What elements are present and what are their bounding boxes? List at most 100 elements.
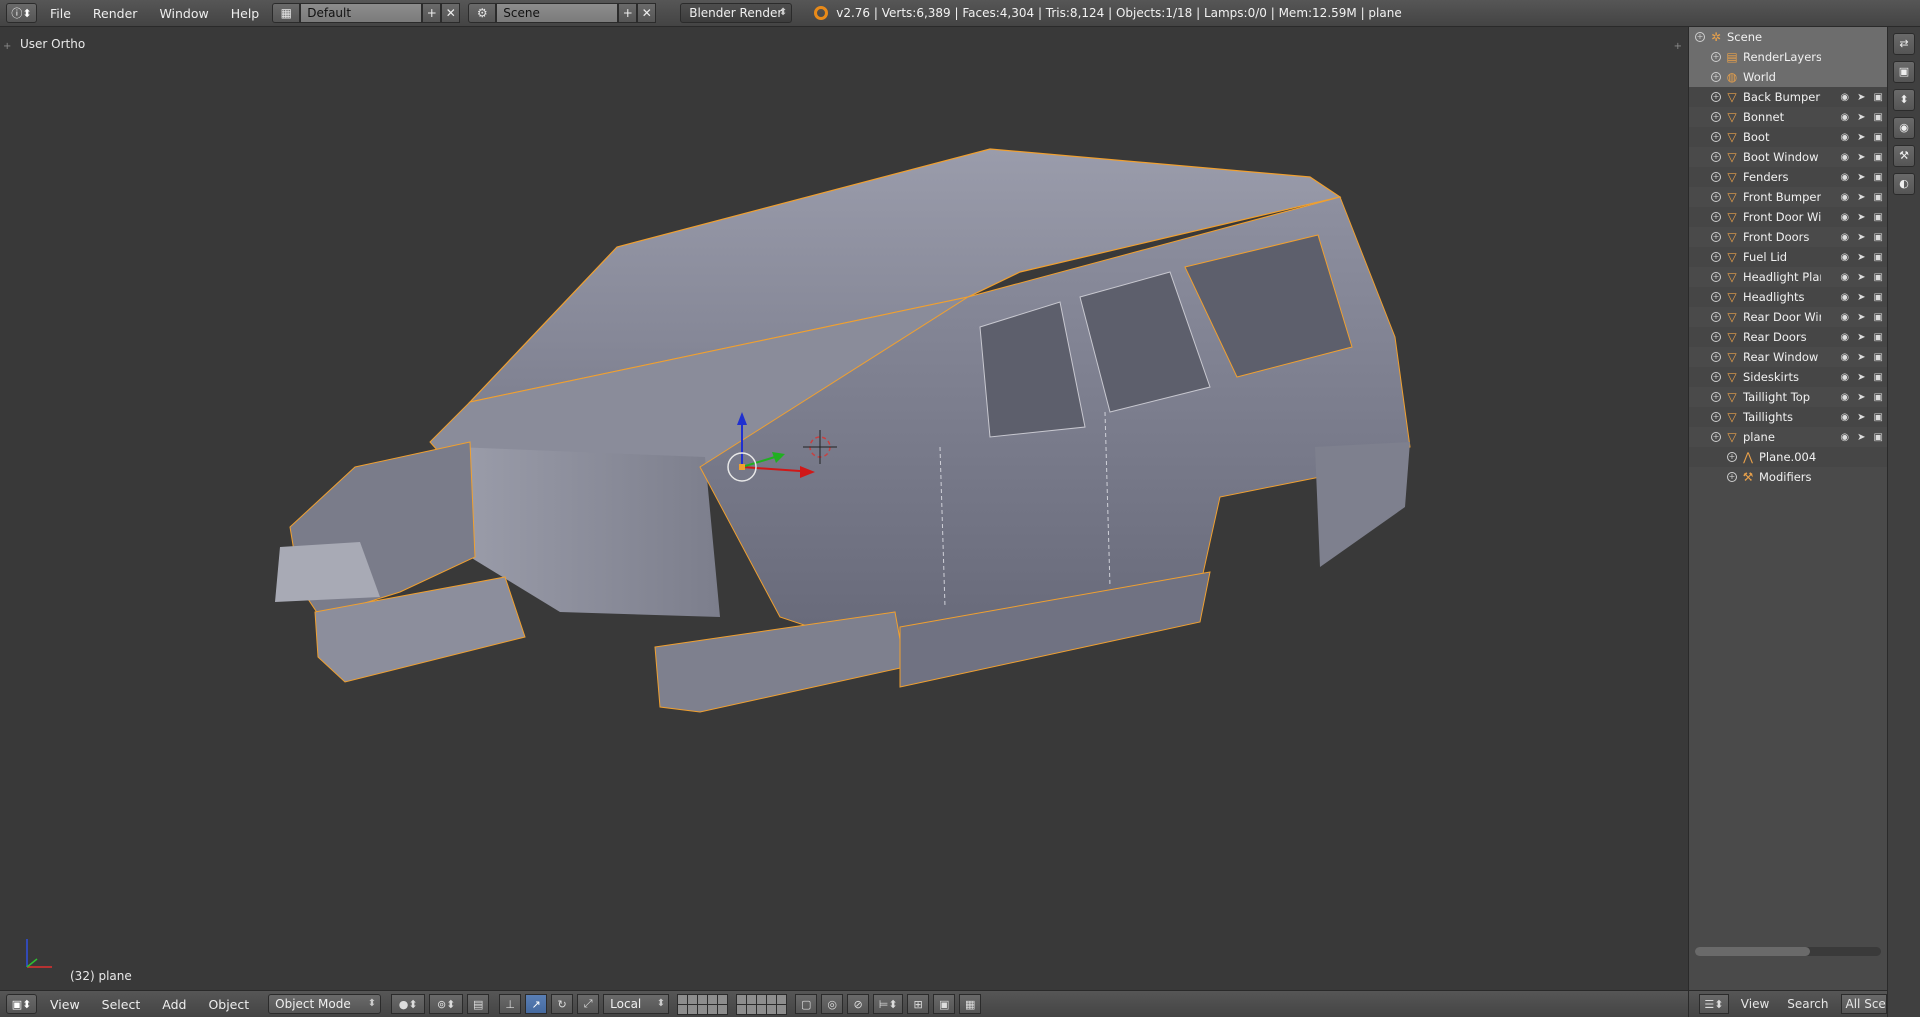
opengl-animation-button[interactable]: ▦	[959, 994, 982, 1014]
expand-toggle-icon[interactable]: +	[1711, 92, 1721, 102]
editor-type-button[interactable]: ☰⬍	[1699, 994, 1729, 1014]
modifier-properties-button[interactable]: ⚒	[1893, 145, 1915, 167]
3d-viewport[interactable]: + + User Ortho (32) plane	[0, 27, 1688, 990]
camera-icon[interactable]: ▣	[1874, 112, 1883, 123]
expand-toggle-icon[interactable]: +	[1711, 352, 1721, 362]
cursor-icon[interactable]: ➤	[1857, 192, 1865, 203]
outliner-row[interactable]: + ▽ Fuel Lid ◉ ➤ ▣	[1689, 247, 1887, 267]
outliner-menu-view[interactable]: View	[1735, 997, 1775, 1011]
outliner-row[interactable]: + ▽ Back Bumper ◉ ➤ ▣	[1689, 87, 1887, 107]
outliner-row[interactable]: + ▤ RenderLayers	[1689, 47, 1887, 67]
eye-icon[interactable]: ◉	[1840, 172, 1849, 183]
cursor-icon[interactable]: ➤	[1857, 132, 1865, 143]
right-front-bumper-mesh[interactable]	[654, 611, 906, 713]
cursor-icon[interactable]: ➤	[1857, 412, 1865, 423]
outliner-row[interactable]: + ▽ plane ◉ ➤ ▣	[1689, 427, 1887, 447]
cursor-icon[interactable]: ➤	[1857, 332, 1865, 343]
menu-file[interactable]: File	[41, 6, 80, 21]
outliner-row[interactable]: + ▽ Bonnet ◉ ➤ ▣	[1689, 107, 1887, 127]
expand-toggle-icon[interactable]: +	[1711, 112, 1721, 122]
rotate-manipulator-button[interactable]: ↻	[551, 994, 574, 1014]
rear-bumper-mesh[interactable]	[1315, 442, 1410, 567]
expand-toggle-icon[interactable]: +	[1711, 232, 1721, 242]
expand-toggle-icon[interactable]: +	[1711, 252, 1721, 262]
camera-icon[interactable]: ▣	[1874, 392, 1883, 403]
camera-icon[interactable]: ▣	[1874, 252, 1883, 263]
expand-toggle-icon[interactable]: +	[1711, 272, 1721, 282]
expand-toggle-icon[interactable]: +	[1711, 372, 1721, 382]
expand-toggle-icon[interactable]: +	[1711, 132, 1721, 142]
outliner-row[interactable]: + ▽ Front Doors ◉ ➤ ▣	[1689, 227, 1887, 247]
cursor-icon[interactable]: ➤	[1857, 272, 1865, 283]
translate-manipulator-button[interactable]: ↗	[525, 994, 548, 1014]
scene-icon[interactable]: ⚙	[468, 3, 497, 23]
eye-icon[interactable]: ◉	[1840, 272, 1849, 283]
camera-icon[interactable]: ▣	[1874, 132, 1883, 143]
camera-icon[interactable]: ▣	[1874, 172, 1883, 183]
outliner-row[interactable]: + ▽ Boot Window ◉ ➤ ▣	[1689, 147, 1887, 167]
outliner-row[interactable]: + ▽ Boot ◉ ➤ ▣	[1689, 127, 1887, 147]
eye-icon[interactable]: ◉	[1840, 352, 1849, 363]
expand-toggle-icon[interactable]: +	[1711, 212, 1721, 222]
outliner-row[interactable]: + ▽ Headlights ◉ ➤ ▣	[1689, 287, 1887, 307]
layer-grid-1[interactable]	[677, 993, 729, 1015]
camera-icon[interactable]: ▣	[1874, 312, 1883, 323]
opengl-render-button[interactable]: ▣	[933, 994, 956, 1014]
eye-icon[interactable]: ◉	[1840, 292, 1849, 303]
expand-toggle-icon[interactable]: +	[1711, 412, 1721, 422]
expand-toggle-icon[interactable]: +	[1711, 312, 1721, 322]
camera-icon[interactable]: ▣	[1874, 412, 1883, 423]
layout-grid-icon[interactable]: ▦	[272, 3, 301, 23]
eye-icon[interactable]: ◉	[1840, 312, 1849, 323]
manipulator-toggle-button[interactable]: ⊥	[499, 994, 522, 1014]
outliner-row[interactable]: + ▽ Taillight Top ◉ ➤ ▣	[1689, 387, 1887, 407]
expand-toggle-icon[interactable]: +	[1711, 332, 1721, 342]
properties-editor-button[interactable]: ⇄	[1893, 33, 1915, 55]
eye-icon[interactable]: ◉	[1840, 232, 1849, 243]
outliner-row[interactable]: + ▽ Rear Doors ◉ ➤ ▣	[1689, 327, 1887, 347]
expand-toggle-icon[interactable]: +	[1711, 172, 1721, 182]
camera-icon[interactable]: ▣	[1874, 432, 1883, 443]
outliner-menu-search[interactable]: Search	[1781, 997, 1834, 1011]
render-engine-selector[interactable]: Blender Render	[680, 3, 793, 23]
layout-name-field[interactable]: Default	[300, 3, 423, 23]
camera-icon[interactable]: ▣	[1874, 332, 1883, 343]
outliner-row[interactable]: + ▽ Front Bumper ◉ ➤ ▣	[1689, 187, 1887, 207]
cursor-icon[interactable]: ➤	[1857, 372, 1865, 383]
camera-icon[interactable]: ▣	[1874, 372, 1883, 383]
menu-object[interactable]: Object	[199, 997, 258, 1012]
eye-icon[interactable]: ◉	[1840, 212, 1849, 223]
eye-icon[interactable]: ◉	[1840, 152, 1849, 163]
menu-window[interactable]: Window	[150, 6, 217, 21]
eye-icon[interactable]: ◉	[1840, 112, 1849, 123]
car-model[interactable]	[0, 27, 1688, 990]
eye-icon[interactable]: ◉	[1840, 372, 1849, 383]
expand-toggle-icon[interactable]: +	[1711, 192, 1721, 202]
scene-selector[interactable]: ⚙ Scene + ✕	[468, 3, 657, 23]
outliner-row[interactable]: + ✲ Scene	[1689, 27, 1887, 47]
editor-type-button[interactable]: ⓘ⬍	[6, 3, 37, 23]
cursor-icon[interactable]: ➤	[1857, 432, 1865, 443]
scale-manipulator-button[interactable]: ⤢	[577, 994, 600, 1014]
material-properties-button[interactable]: ◐	[1893, 173, 1915, 195]
snap-target-button[interactable]: ⊞	[907, 994, 930, 1014]
outliner[interactable]: + ✲ Scene + ▤ RenderLayers + ◍ World + ▽ Back Bumpe…	[1688, 27, 1887, 990]
add-scene-button[interactable]: +	[618, 3, 638, 23]
menu-view[interactable]: View	[41, 997, 89, 1012]
add-layout-button[interactable]: +	[422, 3, 442, 23]
cursor-icon[interactable]: ➤	[1857, 392, 1865, 403]
cursor-icon[interactable]: ➤	[1857, 252, 1865, 263]
eye-icon[interactable]: ◉	[1840, 392, 1849, 403]
camera-icon[interactable]: ▣	[1874, 232, 1883, 243]
menu-render[interactable]: Render	[84, 6, 147, 21]
cursor-icon[interactable]: ➤	[1857, 352, 1865, 363]
scene-name-field[interactable]: Scene	[496, 3, 619, 23]
editor-type-button[interactable]: ▣⬍	[6, 994, 37, 1014]
expand-toggle-icon[interactable]: +	[1711, 152, 1721, 162]
expand-toggle-icon[interactable]: +	[1727, 472, 1737, 482]
scrollbar-thumb[interactable]	[1695, 947, 1810, 956]
menu-help[interactable]: Help	[222, 6, 269, 21]
cursor-icon[interactable]: ➤	[1857, 292, 1865, 303]
layer-grid-2[interactable]	[736, 993, 788, 1015]
expand-toggle-icon[interactable]: +	[1711, 72, 1721, 82]
